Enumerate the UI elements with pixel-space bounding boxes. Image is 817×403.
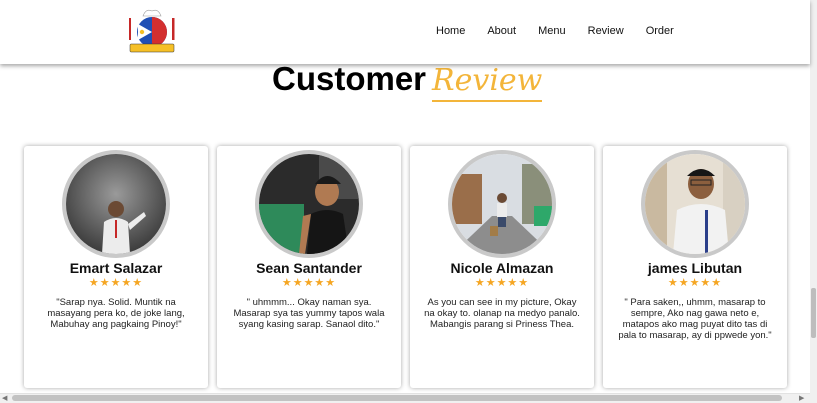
avatar: [641, 150, 749, 258]
review-card: Emart Salazar ★★★★★ "Sarap nya. Solid. M…: [24, 146, 208, 388]
avatar: [255, 150, 363, 258]
review-text: "Sarap nya. Solid. Muntik na masayang pe…: [47, 297, 185, 330]
reviewer-name: Emart Salazar: [69, 260, 163, 276]
review-card: james Libutan ★★★★★ " Para saken,, uhmm,…: [603, 146, 787, 388]
review-text: As you can see in my picture, Okay na ok…: [424, 297, 580, 330]
horizontal-scrollbar-thumb[interactable]: [12, 395, 782, 401]
star-rating-icon: ★★★★★: [474, 276, 530, 289]
star-rating-icon: ★★★★★: [88, 276, 144, 289]
reviewer-name: Sean Santander: [256, 260, 362, 276]
brand-logo[interactable]: [126, 4, 178, 54]
site-header: Home About Menu Review Order: [0, 0, 810, 64]
scroll-left-icon[interactable]: ◀: [2, 394, 7, 402]
review-text: " Para saken,, uhmm, masarap to sempre, …: [618, 297, 772, 341]
nav-order[interactable]: Order: [646, 24, 674, 38]
review-card: Sean Santander ★★★★★ " uhmmm... Okay nam…: [217, 146, 401, 388]
avatar: [448, 150, 556, 258]
main-nav: Home About Menu Review Order: [436, 24, 696, 38]
nav-review[interactable]: Review: [588, 24, 624, 38]
star-rating-icon: ★★★★★: [667, 276, 723, 289]
section-title: Customer Review: [272, 60, 543, 102]
logo-icon: [129, 9, 175, 53]
reviewer-name: james Libutan: [647, 260, 743, 276]
section-title-accent: Review: [432, 63, 543, 102]
section-title-main: Customer: [272, 60, 427, 97]
reviewer-name: Nicole Almazan: [450, 260, 554, 276]
avatar: [62, 150, 170, 258]
scroll-right-icon[interactable]: ▶: [799, 394, 804, 402]
nav-about[interactable]: About: [487, 24, 516, 38]
vertical-scrollbar-thumb[interactable]: [811, 288, 816, 338]
review-text: " uhmmm... Okay naman sya. Masarap sya t…: [233, 297, 385, 330]
nav-menu[interactable]: Menu: [538, 24, 566, 38]
vertical-scrollbar[interactable]: [810, 0, 817, 403]
nav-home[interactable]: Home: [436, 24, 465, 38]
review-card: Nicole Almazan ★★★★★ As you can see in m…: [410, 146, 594, 388]
star-rating-icon: ★★★★★: [281, 276, 337, 289]
